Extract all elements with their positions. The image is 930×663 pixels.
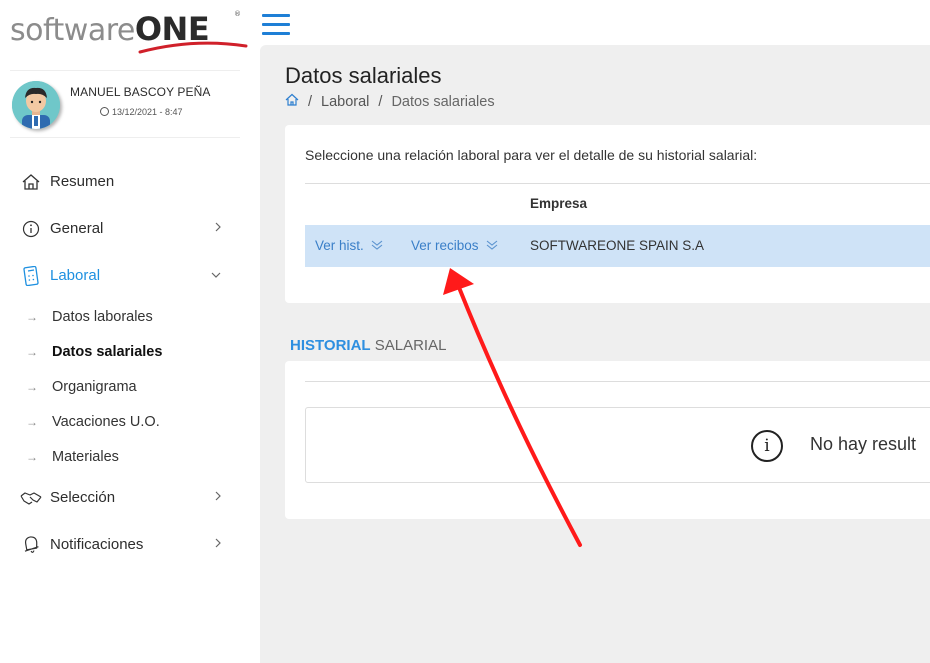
ver-hist-link[interactable]: Ver hist. <box>315 238 383 253</box>
breadcrumb-separator: / <box>308 93 313 110</box>
page-title: Datos salariales <box>285 63 442 88</box>
nav-label-laboral: Laboral <box>50 267 101 284</box>
chevron-right-icon <box>214 221 222 236</box>
subnav-label: Datos salariales <box>52 343 163 360</box>
ver-hist-label: Ver hist. <box>315 238 364 253</box>
nav-label-general: General <box>50 220 104 237</box>
softwareone-logo[interactable]: softwareONE ® <box>8 4 248 54</box>
nav-item-seleccion[interactable]: Selección <box>0 474 260 521</box>
breadcrumb-current: Datos salariales <box>391 93 495 110</box>
table-row[interactable]: Ver hist. Ver recibos SOFTWAREONE SPAIN … <box>305 225 930 267</box>
user-profile: MANUEL BASCOY PEÑA 13/12/2021 - 8:47 <box>10 70 240 138</box>
main-content: Datos salariales / Laboral / Datos salar… <box>260 45 930 663</box>
bell-icon <box>20 535 42 555</box>
info-circle-icon <box>20 219 42 239</box>
subnav-organigrama[interactable]: → Organigrama <box>0 369 260 404</box>
last-access-time: 13/12/2021 - 8:47 <box>100 107 183 117</box>
historial-card: i No hay result <box>285 361 930 519</box>
chevron-right-icon <box>214 490 222 505</box>
main-nav: Resumen General Laboral → Datos laborales… <box>0 158 260 568</box>
user-name: MANUEL BASCOY PEÑA <box>70 85 211 99</box>
subnav-label: Materiales <box>52 448 119 465</box>
subnav-materiales[interactable]: → Materiales <box>0 439 260 474</box>
divider <box>305 381 930 382</box>
subnav-datos-salariales[interactable]: → Datos salariales <box>0 334 260 369</box>
nav-label-seleccion: Selección <box>50 489 116 506</box>
subnav-datos-laborales[interactable]: → Datos laborales <box>0 299 260 334</box>
calculator-icon <box>20 265 42 286</box>
ver-recibos-label: Ver recibos <box>411 238 479 253</box>
house-icon <box>20 172 42 192</box>
breadcrumb: / Laboral / Datos salariales <box>285 93 495 110</box>
nav-item-general[interactable]: General <box>0 205 260 252</box>
logo-swoosh-icon <box>138 41 248 54</box>
section-title-highlight: HISTORIAL <box>290 337 371 354</box>
arrow-right-icon: → <box>26 344 38 359</box>
avatar[interactable] <box>12 81 60 129</box>
table-header: Empresa <box>305 183 930 225</box>
empty-state: i No hay result <box>305 407 930 483</box>
handshake-icon <box>20 488 42 508</box>
nav-item-laboral[interactable]: Laboral <box>0 252 260 299</box>
home-icon[interactable] <box>285 93 299 110</box>
info-icon: i <box>751 430 783 462</box>
last-access-value: 13/12/2021 - 8:47 <box>112 107 183 117</box>
arrow-right-icon: → <box>26 414 38 429</box>
nav-item-notificaciones[interactable]: Notificaciones <box>0 521 260 568</box>
breadcrumb-laboral[interactable]: Laboral <box>321 94 369 110</box>
arrow-right-icon: → <box>26 449 38 464</box>
ver-recibos-link[interactable]: Ver recibos <box>411 238 498 253</box>
nav-item-resumen[interactable]: Resumen <box>0 158 260 205</box>
logo-registered-mark: ® <box>234 10 241 18</box>
double-chevron-down-icon <box>483 240 498 253</box>
subnav-label: Organigrama <box>52 378 137 395</box>
arrow-right-icon: → <box>26 309 38 324</box>
subnav-label: Vacaciones U.O. <box>52 413 160 430</box>
column-header-empresa: Empresa <box>530 196 588 211</box>
nav-label-resumen: Resumen <box>50 173 115 190</box>
clock-icon <box>100 107 109 116</box>
menu-toggle-icon[interactable] <box>262 14 290 38</box>
chevron-right-icon <box>214 537 222 552</box>
historial-section-title: HISTORIAL SALARIAL <box>290 337 446 354</box>
breadcrumb-separator: / <box>378 93 383 110</box>
logo-prefix: software <box>10 13 135 48</box>
section-title-rest: SALARIAL <box>374 337 447 354</box>
nav-label-notificaciones: Notificaciones <box>50 536 144 553</box>
arrow-right-icon: → <box>26 379 38 394</box>
subnav-label: Datos laborales <box>52 308 153 325</box>
cell-empresa: SOFTWAREONE SPAIN S.A <box>530 238 705 253</box>
double-chevron-down-icon <box>368 240 383 253</box>
subnav-vacaciones[interactable]: → Vacaciones U.O. <box>0 404 260 439</box>
sidebar: softwareONE ® MANUEL BASCOY PEÑA 13/12/2… <box>0 0 260 663</box>
relations-card: Seleccione una relación laboral para ver… <box>285 125 930 303</box>
relations-instruction: Seleccione una relación laboral para ver… <box>305 147 758 163</box>
chevron-down-icon <box>210 268 222 282</box>
empty-state-message: No hay result <box>810 434 917 454</box>
